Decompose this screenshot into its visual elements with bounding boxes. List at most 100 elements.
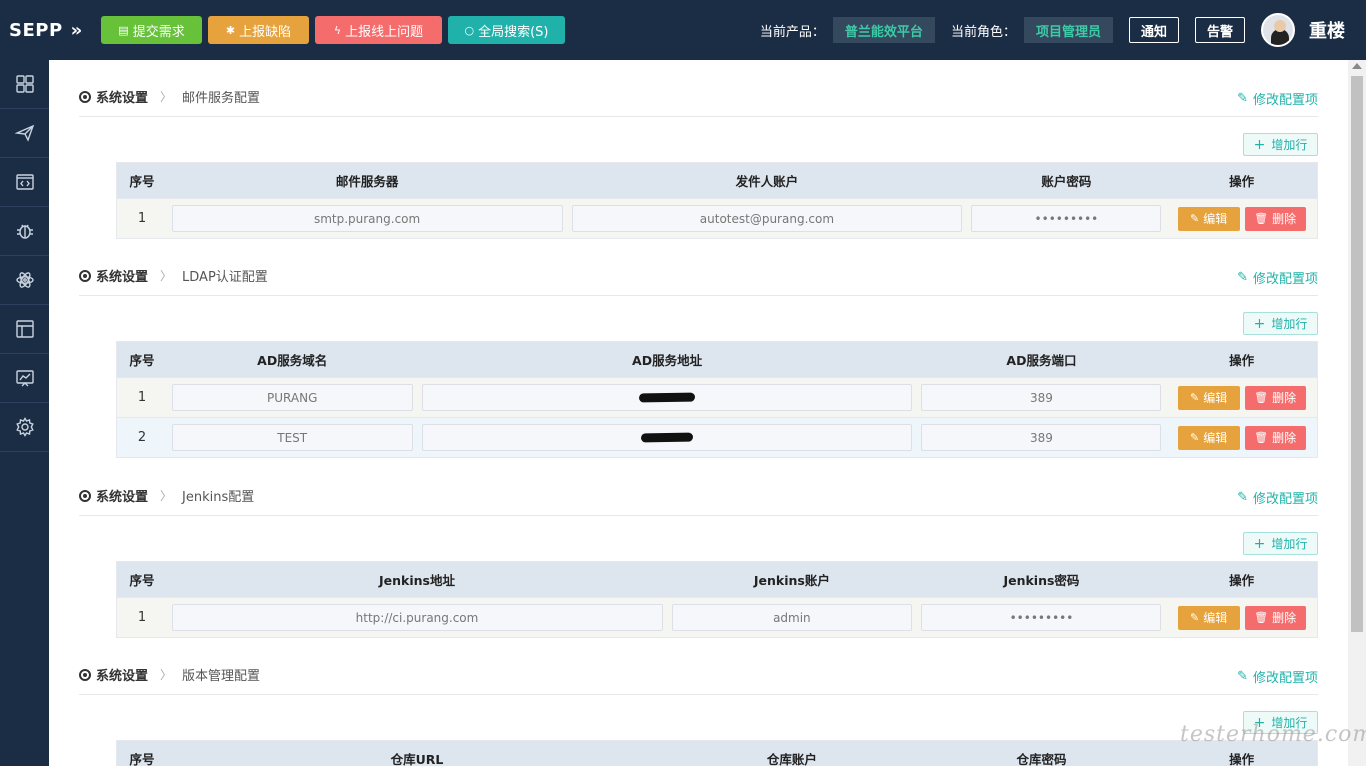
delete-button[interactable]: 🗑 删除 xyxy=(1244,385,1306,410)
pencil-icon: ✎ xyxy=(1237,490,1248,505)
col-ops: 操作 xyxy=(1229,174,1255,189)
pencil-icon: ✎ xyxy=(1190,212,1200,225)
watermark: testerhome.com xyxy=(1180,722,1366,747)
breadcrumb: 系统设置 〉 版本管理配置 ✎ 修改配置项 xyxy=(79,655,1318,695)
jenkins-url-input[interactable]: http://ci.purang.com xyxy=(171,604,663,631)
submit-requirement-button[interactable]: ▤ 提交需求 xyxy=(101,16,202,44)
bug-icon: ✱ xyxy=(225,23,236,37)
plus-icon: + xyxy=(1253,136,1266,153)
ad-address-input[interactable] xyxy=(422,424,913,451)
version-config-section: 系统设置 〉 版本管理配置 ✎ 修改配置项 + 增加行 序号 仓库URL 仓库账户 … xyxy=(79,655,1318,766)
current-role-badge[interactable]: 项目管理员 xyxy=(1023,17,1113,43)
report-online-issue-button[interactable]: ϟ 上报线上问题 xyxy=(315,16,442,44)
sidebar-item-dashboard[interactable] xyxy=(0,60,49,109)
edit-config-link[interactable]: ✎ 修改配置项 xyxy=(1237,89,1318,108)
avatar[interactable] xyxy=(1261,13,1295,47)
section-title: Jenkins配置 xyxy=(182,490,255,505)
ad-domain-input[interactable]: PURANG xyxy=(171,384,413,411)
breadcrumb-root[interactable]: 系统设置 xyxy=(96,486,148,505)
table-header: 序号 仓库URL 仓库账户 仓库密码 操作 xyxy=(117,741,1317,766)
pencil-icon: ✎ xyxy=(1190,611,1200,624)
logo-text: SEPP xyxy=(9,19,63,41)
col-ops: 操作 xyxy=(1229,752,1255,766)
report-bug-button[interactable]: ✱ 上报缺陷 xyxy=(208,16,309,44)
chevron-right-icon: 〉 xyxy=(160,668,173,682)
table-header: 序号 AD服务域名 AD服务地址 AD服务端口 操作 xyxy=(117,342,1317,377)
sidebar-item-reports[interactable] xyxy=(0,354,49,403)
ldap-config-section: 系统设置 〉 LDAP认证配置 ✎ 修改配置项 + 增加行 序号 AD服务域名 AD… xyxy=(79,256,1318,458)
col-repo-url: 仓库URL xyxy=(390,752,444,766)
edit-button[interactable]: ✎ 编辑 xyxy=(1177,206,1240,231)
col-mail-server: 邮件服务器 xyxy=(335,174,399,189)
top-bar: SEPP » ▤ 提交需求 ✱ 上报缺陷 ϟ 上报线上问题 ○ 全局搜索(S) 当前产品… xyxy=(0,0,1366,60)
ad-port-input[interactable]: 389 xyxy=(921,384,1162,411)
row-number: 1 xyxy=(137,390,147,405)
edit-button[interactable]: ✎ 编辑 xyxy=(1177,425,1240,450)
sidebar-item-integration[interactable] xyxy=(0,256,49,305)
table-row: 1 http://ci.purang.com admin ••••••••• ✎… xyxy=(117,597,1317,637)
settings-icon xyxy=(79,489,91,502)
scroll-up-icon[interactable] xyxy=(1352,63,1362,69)
sender-account-input[interactable]: autotest@purang.com xyxy=(571,205,962,232)
chevron-right-icon: 〉 xyxy=(160,269,173,283)
chevron-right-icon: 〉 xyxy=(160,489,173,503)
mail-server-input[interactable]: smtp.purang.com xyxy=(171,205,563,232)
jenkins-account-input[interactable]: admin xyxy=(671,604,912,631)
pencil-icon: ✎ xyxy=(1237,91,1248,106)
table-row: 1 smtp.purang.com autotest@purang.com ••… xyxy=(117,198,1317,238)
global-search-button[interactable]: ○ 全局搜索(S) xyxy=(448,16,565,44)
edit-config-link[interactable]: ✎ 修改配置项 xyxy=(1237,268,1318,287)
add-row-button[interactable]: + 增加行 xyxy=(1243,133,1318,156)
chevron-right-icon: 〉 xyxy=(160,90,173,104)
pencil-icon: ✎ xyxy=(1237,669,1248,684)
delete-button[interactable]: 🗑 删除 xyxy=(1244,425,1306,450)
col-jenkins-account: Jenkins账户 xyxy=(753,573,830,588)
sidebar-item-bugs[interactable] xyxy=(0,207,49,256)
pencil-icon: ✎ xyxy=(1190,391,1200,404)
password-input[interactable]: ••••••••• xyxy=(971,205,1162,232)
settings-icon xyxy=(79,668,91,681)
settings-icon xyxy=(79,269,91,282)
current-product-badge[interactable]: 普兰能效平台 xyxy=(832,17,935,43)
table-row: 1 PURANG 389 ✎ 编辑 🗑 删除 xyxy=(117,377,1317,417)
table-row: 2 TEST 389 ✎ 编辑 🗑 删除 xyxy=(117,417,1317,457)
breadcrumb-root[interactable]: 系统设置 xyxy=(96,665,148,684)
edit-config-link[interactable]: ✎ 修改配置项 xyxy=(1237,488,1318,507)
jenkins-password-input[interactable]: ••••••••• xyxy=(921,604,1162,631)
notify-button[interactable]: 通知 xyxy=(1128,17,1179,43)
plus-icon: + xyxy=(1253,315,1266,332)
layout-icon xyxy=(15,320,34,338)
sidebar-item-settings[interactable] xyxy=(0,403,49,452)
mail-config-section: 系统设置 〉 邮件服务配置 ✎ 修改配置项 + 增加行 序号 邮件服务器 发件人账户… xyxy=(79,77,1318,239)
grid-icon xyxy=(15,75,34,93)
breadcrumb-root[interactable]: 系统设置 xyxy=(96,87,148,106)
add-row-button[interactable]: + 增加行 xyxy=(1243,312,1318,335)
scrollbar-thumb[interactable] xyxy=(1351,76,1363,632)
col-ad-domain: AD服务域名 xyxy=(257,353,328,368)
alarm-button[interactable]: 告警 xyxy=(1194,17,1245,43)
app-logo[interactable]: SEPP » xyxy=(9,20,101,41)
col-repo-account: 仓库账户 xyxy=(766,752,817,766)
edit-config-link[interactable]: ✎ 修改配置项 xyxy=(1237,667,1318,686)
section-title: 版本管理配置 xyxy=(182,669,261,684)
ad-address-input[interactable] xyxy=(422,384,913,411)
trash-icon: 🗑 xyxy=(1254,431,1269,444)
ad-domain-input[interactable]: TEST xyxy=(171,424,413,451)
ad-port-input[interactable]: 389 xyxy=(921,424,1162,451)
delete-button[interactable]: 🗑 删除 xyxy=(1244,605,1306,630)
sidebar-item-requirements[interactable] xyxy=(0,109,49,158)
username[interactable]: 重楼 xyxy=(1309,17,1345,43)
edit-button[interactable]: ✎ 编辑 xyxy=(1177,605,1240,630)
collapse-menu-icon[interactable]: » xyxy=(71,20,83,41)
col-repo-password: 仓库密码 xyxy=(1016,752,1067,766)
sidebar-item-code[interactable] xyxy=(0,158,49,207)
mail-table: 序号 邮件服务器 发件人账户 账户密码 操作 1 smtp.purang.com… xyxy=(116,162,1318,239)
row-number: 2 xyxy=(137,430,147,445)
edit-button[interactable]: ✎ 编辑 xyxy=(1177,385,1240,410)
breadcrumb-root[interactable]: 系统设置 xyxy=(96,266,148,285)
delete-button[interactable]: 🗑 删除 xyxy=(1244,206,1306,231)
bug-icon xyxy=(16,224,33,239)
main-content: 系统设置 〉 邮件服务配置 ✎ 修改配置项 + 增加行 序号 邮件服务器 发件人账户… xyxy=(49,60,1348,766)
add-row-button[interactable]: + 增加行 xyxy=(1243,532,1318,555)
sidebar-item-layout[interactable] xyxy=(0,305,49,354)
